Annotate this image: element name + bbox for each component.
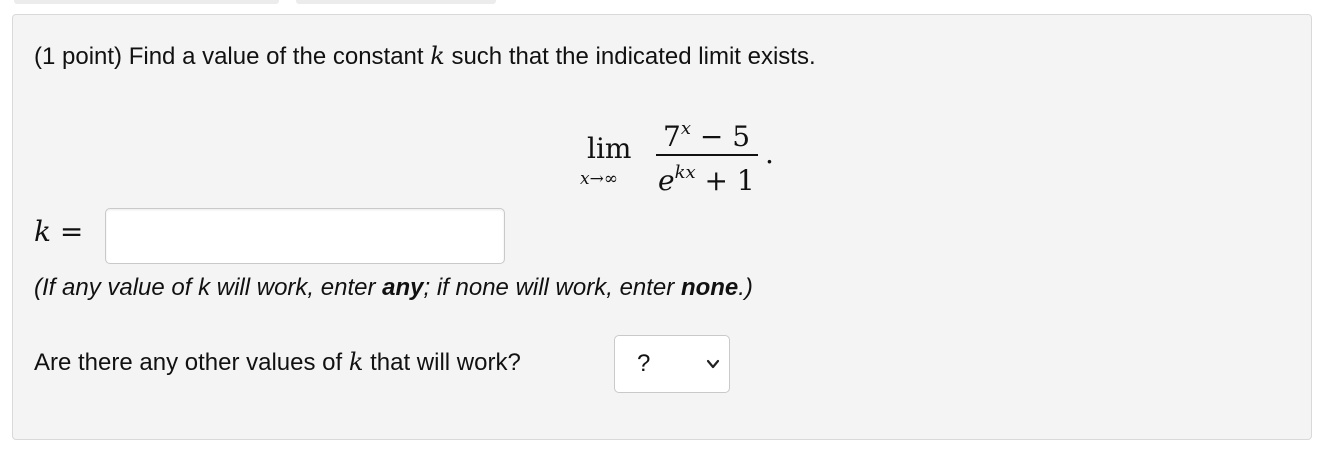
limit-formula: lim x→∞ 7x − 5 ekx + 1 . [573,111,783,201]
denominator-exponent: kx [674,162,696,183]
hint-any-keyword: any [382,274,424,301]
numerator-rest: − 5 [690,120,751,153]
denominator-base: e [658,164,675,197]
formula-period: . [765,137,774,170]
hint-part3: .) [738,274,753,301]
top-tab-right [296,0,496,4]
denominator-rest: + 1 [695,164,755,197]
problem-statement: (1 point) Find a value of the constant k… [34,41,816,72]
other-values-select[interactable]: ? [614,335,730,393]
fraction-bar [656,154,758,156]
numerator-base: 7 [663,120,681,153]
answer-label-equals: = [50,215,84,248]
hint-none-keyword: none [680,274,739,301]
problem-card: (1 point) Find a value of the constant k… [12,14,1312,440]
select-current-value: ? [637,350,651,377]
intro-suffix: such that the indicated limit exists. [444,43,816,70]
answer-label-variable: k [34,215,51,248]
intro-k-variable: k [430,42,445,70]
question-k-variable: k [348,348,364,376]
hint-part2: ; if none will work, enter [423,274,681,301]
k-answer-input[interactable] [105,208,505,264]
other-values-question: Are there any other values of k that wil… [34,347,521,378]
answer-hint: (If any value of k will work, enter any;… [34,273,753,303]
intro-prefix: (1 point) Find a value of the constant [34,43,431,70]
lim-subscript: x→∞ [580,169,618,189]
question-prefix: Are there any other values of [34,349,349,376]
chevron-down-icon [706,359,720,369]
fraction-numerator: 7x − 5 [663,113,750,153]
top-tab-left [14,0,279,4]
lim-operator: lim [587,132,632,165]
fraction-denominator: ekx + 1 [658,157,755,197]
question-suffix: that will work? [363,349,521,376]
hint-part1: (If any value of k will work, enter [34,274,383,301]
numerator-exponent: x [680,118,691,139]
answer-label: k = [34,215,83,249]
